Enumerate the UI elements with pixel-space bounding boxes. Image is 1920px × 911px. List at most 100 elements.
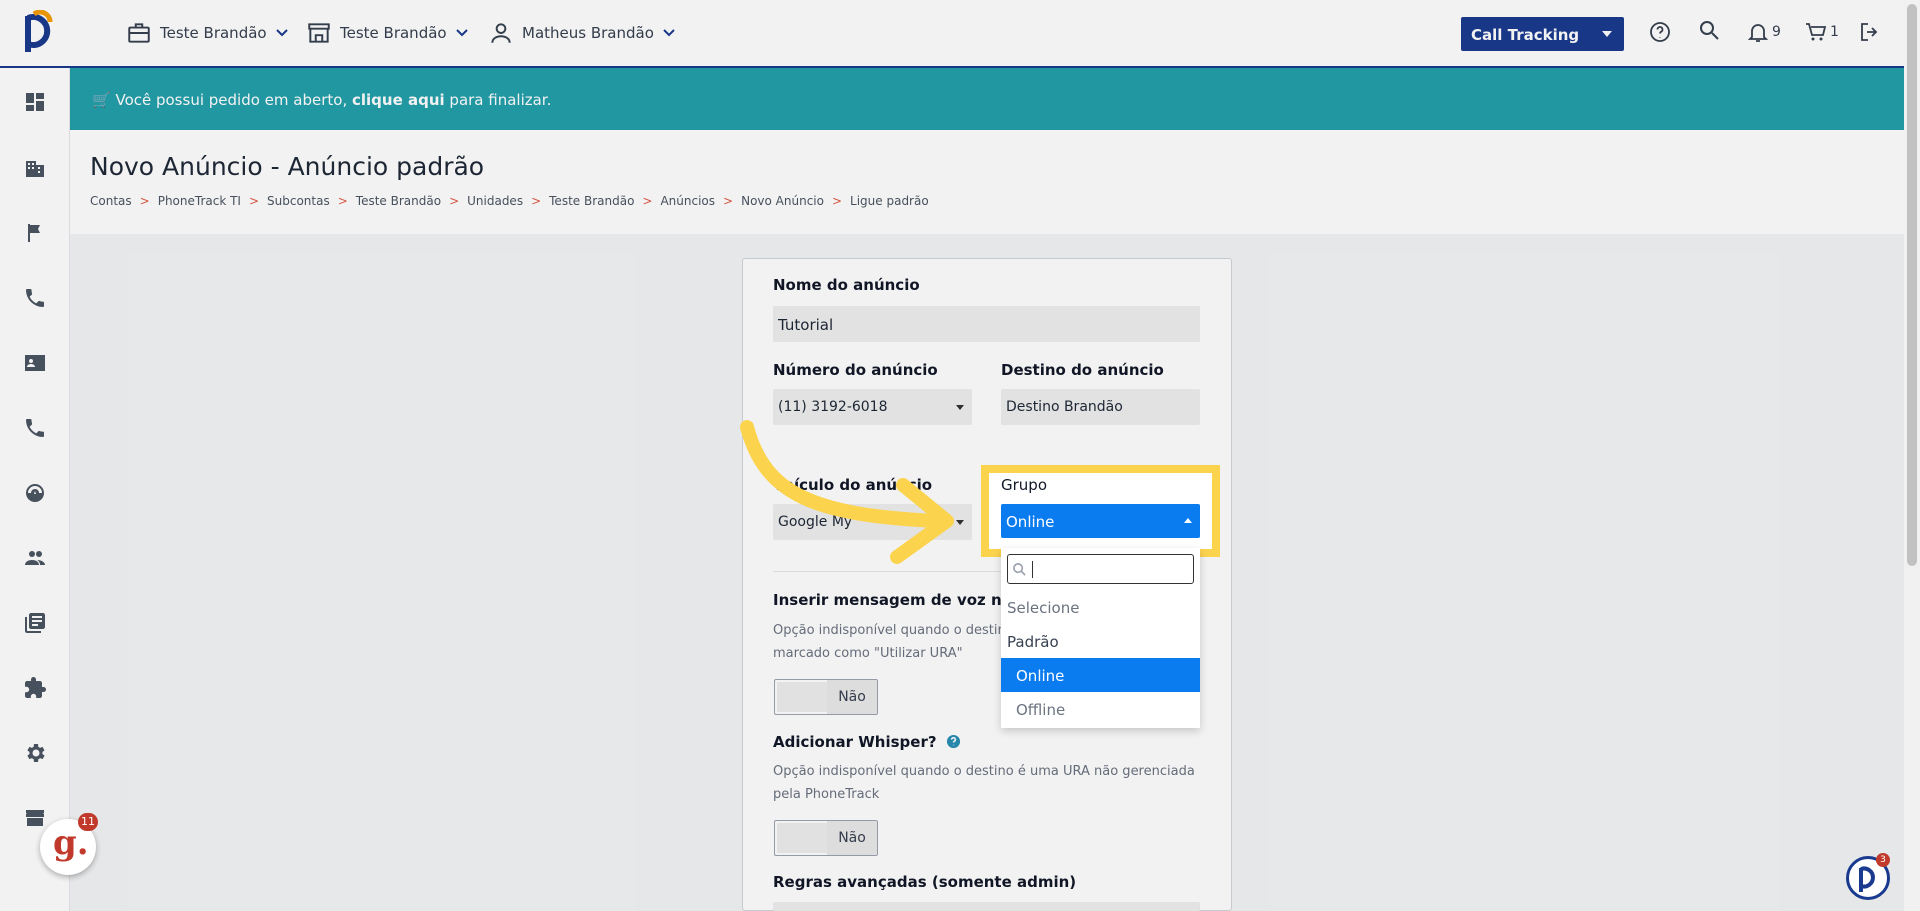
help-button[interactable] [1648, 20, 1672, 44]
cart-button[interactable]: 1 [1804, 20, 1839, 44]
support-widget-badge: 3 [1876, 853, 1890, 867]
search-button[interactable] [1697, 18, 1721, 42]
building-icon[interactable] [23, 156, 47, 180]
breadcrumb-separator: > [248, 194, 260, 208]
bell-icon [1747, 24, 1769, 42]
breadcrumb-item: Ligue padrão [850, 194, 929, 208]
breadcrumb-separator: > [337, 194, 348, 208]
user-menu[interactable]: Matheus Brandão [488, 20, 676, 46]
sidebar [0, 68, 70, 911]
toggle-knob [777, 682, 827, 712]
page-title: Novo Anúncio - Anúncio padrão [90, 152, 485, 181]
dropdown-option-placeholder[interactable]: Selecione [1001, 590, 1200, 624]
whisper-help-line: Opção indisponível quando o destino é um… [773, 764, 1195, 779]
subaccount-menu[interactable]: Teste Brandão [306, 20, 469, 46]
account-menu-label: Teste Brandão [160, 24, 267, 42]
ad-destination-value: Destino Brandão [1006, 399, 1123, 415]
product-select[interactable]: Call Tracking [1461, 17, 1624, 51]
phonetrack-logo[interactable] [20, 10, 60, 56]
flag-icon[interactable] [23, 221, 47, 245]
group-select[interactable]: Online [1001, 504, 1200, 538]
notifications-button[interactable]: 9 [1746, 20, 1781, 44]
breadcrumb-item[interactable]: Novo Anúncio [741, 194, 824, 208]
banner-link[interactable]: clique aqui [352, 91, 445, 109]
dropdown-option-offline[interactable]: Offline [1001, 692, 1200, 726]
breadcrumb-item[interactable]: Teste Brandão [549, 194, 634, 208]
voice-message-toggle-label: Não [827, 680, 877, 714]
cart-icon: 🛒 [92, 91, 111, 109]
caret-down-icon [1602, 31, 1612, 37]
people-icon[interactable] [23, 546, 47, 570]
ad-name-label: Nome do anúncio [773, 276, 920, 294]
puzzle-icon[interactable] [23, 676, 47, 700]
dropdown-search-input[interactable] [1007, 554, 1194, 584]
page-head: Novo Anúncio - Anúncio padrão Contas > Ph… [70, 130, 1904, 234]
advanced-rules-field[interactable] [773, 902, 1200, 911]
breadcrumb-item[interactable]: PhoneTrack TI [158, 194, 241, 208]
page-scrollbar[interactable] [1904, 0, 1920, 911]
whisper-help: Opção indisponível quando o destino é um… [773, 760, 1195, 806]
breadcrumb-separator: > [139, 194, 150, 208]
voice-message-help-line: marcado como "Utilizar URA" [773, 646, 963, 661]
group-select-value: Online [1006, 513, 1055, 531]
chevron-down-icon [455, 29, 468, 37]
phonetrack-logo [1859, 866, 1875, 892]
caret-up-icon [1184, 518, 1192, 523]
whisper-label: Adicionar Whisper? [773, 733, 961, 751]
group-label: Grupo [1001, 476, 1047, 494]
help-icon [1650, 22, 1670, 42]
dropdown-option-online[interactable]: Online [1001, 658, 1200, 692]
top-header: Teste Brandão Teste Brandão Matheus Bran… [0, 0, 1904, 68]
whisper-label-text: Adicionar Whisper? [773, 733, 937, 751]
subaccount-menu-label: Teste Brandão [340, 24, 447, 42]
breadcrumb-item[interactable]: Contas [90, 194, 132, 208]
open-order-banner: 🛒 Você possui pedido em aberto, clique a… [70, 68, 1904, 130]
briefcase-icon [128, 23, 150, 43]
chevron-down-icon [663, 29, 675, 37]
dashboard-icon[interactable] [23, 90, 47, 114]
whisper-toggle-label: Não [827, 821, 877, 855]
voice-message-label: Inserir mensagem de voz na ch [773, 591, 1037, 609]
user-icon [491, 23, 511, 43]
gear-icon[interactable] [23, 741, 47, 765]
whisper-toggle[interactable]: Não [774, 820, 878, 856]
contact-card-icon[interactable] [23, 351, 47, 375]
caret-down-icon [956, 405, 964, 410]
g-widget-badge: 11 [78, 813, 98, 831]
breadcrumb-separator: > [531, 194, 542, 208]
voice-message-help: Opção indisponível quando o destin marca… [773, 619, 1006, 665]
account-menu[interactable]: Teste Brandão [126, 20, 289, 46]
voice-message-toggle[interactable]: Não [774, 679, 878, 715]
tutorial-arrow-icon [740, 420, 954, 564]
breadcrumb: Contas > PhoneTrack TI > Subcontas > Teste … [90, 194, 929, 208]
breadcrumb-separator: > [723, 194, 734, 208]
breadcrumb-item[interactable]: Unidades [467, 194, 523, 208]
phone-icon[interactable] [23, 286, 47, 310]
ad-number-value: (11) 3192-6018 [778, 399, 888, 415]
store-icon[interactable] [23, 806, 47, 830]
breadcrumb-item[interactable]: Teste Brandão [356, 194, 441, 208]
ad-destination-select[interactable]: Destino Brandão [1001, 389, 1200, 425]
breadcrumb-item[interactable]: Anúncios [660, 194, 715, 208]
library-icon[interactable] [23, 611, 47, 635]
store-icon [308, 23, 330, 43]
breadcrumb-separator: > [642, 194, 653, 208]
product-select-label: Call Tracking [1471, 26, 1580, 44]
breadcrumb-separator: > [449, 194, 460, 208]
phone-icon[interactable] [23, 416, 47, 440]
ad-name-input[interactable]: Tutorial [773, 306, 1200, 342]
gauge-icon[interactable] [23, 481, 47, 505]
chevron-down-icon [275, 29, 288, 37]
search-icon [1700, 21, 1719, 40]
breadcrumb-item[interactable]: Subcontas [267, 194, 330, 208]
advanced-rules-label: Regras avançadas (somente admin) [773, 873, 1077, 891]
banner-text-prefix: Você possui pedido em aberto, [115, 91, 352, 109]
scrollbar-thumb[interactable] [1907, 4, 1917, 566]
group-dropdown: Selecione Padrão Online Offline [1001, 548, 1200, 728]
search-icon [1013, 563, 1026, 576]
ad-number-label: Número do anúncio [773, 361, 938, 379]
breadcrumb-separator: > [831, 194, 843, 208]
cart-count: 1 [1830, 24, 1839, 40]
help-circle-icon[interactable] [946, 734, 961, 749]
logout-button[interactable] [1858, 20, 1882, 44]
